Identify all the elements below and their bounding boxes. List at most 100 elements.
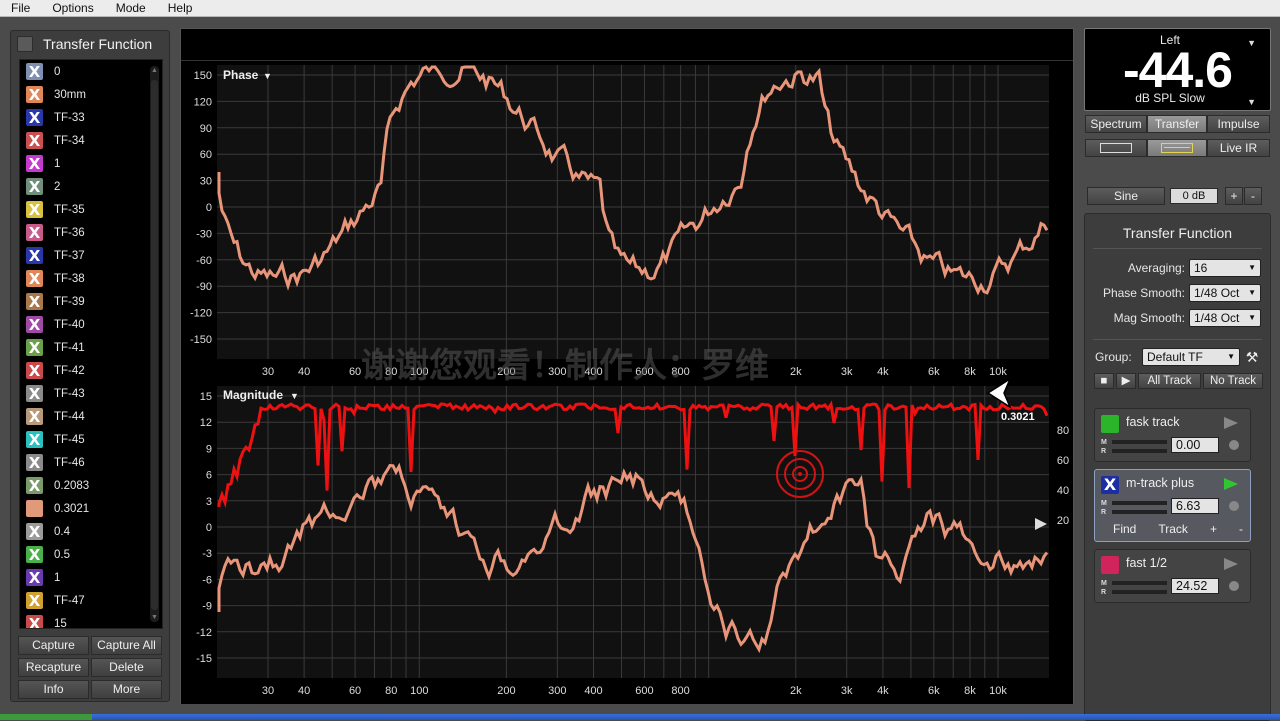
no-track-button[interactable]: No Track	[1203, 373, 1263, 389]
track-delay-field[interactable]: 24.52	[1171, 578, 1219, 594]
list-item[interactable]: X TF-42	[20, 359, 162, 382]
tab-spectrum[interactable]: Spectrum	[1085, 115, 1147, 133]
phase-dropdown-icon[interactable]: ▼	[263, 71, 272, 81]
visibility-x-icon[interactable]: X	[26, 339, 43, 357]
group-select[interactable]: Default TF ▼	[1142, 348, 1240, 366]
list-item[interactable]: X TF-34	[20, 129, 162, 152]
find-button[interactable]: Find	[1113, 522, 1136, 536]
visibility-x-icon[interactable]: X	[26, 477, 43, 495]
meter-unit-dropdown-icon[interactable]: ▼	[1247, 97, 1256, 107]
visibility-x-icon[interactable]: X	[26, 385, 43, 403]
track-card-m-track-plus[interactable]: X m-track plus M R 6.63 Find Track + -	[1094, 469, 1251, 542]
menu-options[interactable]: Options	[41, 0, 104, 16]
visibility-x-icon[interactable]: X	[26, 454, 43, 472]
visibility-x-icon[interactable]: X	[26, 293, 43, 311]
visibility-x-icon[interactable]: X	[26, 63, 43, 81]
visibility-x-icon[interactable]: X	[26, 109, 43, 127]
visibility-x-icon[interactable]: X	[26, 132, 43, 150]
track-status-icon[interactable]	[1229, 440, 1239, 450]
track-play-icon[interactable]	[1224, 478, 1238, 490]
list-scrollbar[interactable]: ▲ ▼	[150, 66, 159, 622]
track-status-icon[interactable]	[1229, 581, 1239, 591]
visibility-x-icon[interactable]: X	[26, 155, 43, 173]
visibility-x-icon[interactable]: X	[26, 592, 43, 610]
wrench-icon[interactable]: ⚒	[1244, 348, 1260, 366]
more-button[interactable]: More	[91, 680, 162, 699]
track-play-icon[interactable]	[1224, 417, 1238, 429]
menu-file[interactable]: File	[0, 0, 41, 16]
visibility-x-icon[interactable]: X	[26, 523, 43, 541]
start-button[interactable]	[0, 714, 92, 720]
list-item[interactable]: X 0.4	[20, 520, 162, 543]
spl-meter[interactable]: Left ▼ -44.6 dB SPL Slow ▼	[1084, 28, 1271, 111]
track-color-swatch[interactable]	[1101, 415, 1119, 433]
list-item[interactable]: X TF-35	[20, 198, 162, 221]
capture-button[interactable]: Capture	[18, 636, 89, 655]
track-play-icon[interactable]	[1224, 558, 1238, 570]
select-all-checkbox[interactable]	[17, 36, 33, 52]
list-item[interactable]: X0	[20, 60, 162, 83]
visibility-x-icon[interactable]: X	[26, 178, 43, 196]
split-view-button[interactable]	[1147, 139, 1207, 157]
menu-mode[interactable]: Mode	[105, 0, 157, 16]
phase-label[interactable]: Phase	[223, 68, 259, 82]
signal-level-up-button[interactable]: +	[1225, 187, 1243, 205]
phase-smooth-select[interactable]: 1/48 Oct ▼	[1189, 284, 1261, 302]
tab-transfer[interactable]: Transfer	[1147, 115, 1207, 133]
averaging-select[interactable]: 16 ▼	[1189, 259, 1261, 277]
magnitude-label[interactable]: Magnitude	[223, 388, 283, 402]
visibility-x-icon[interactable]: X	[26, 224, 43, 242]
visibility-x-icon[interactable]: X	[26, 86, 43, 104]
track-button[interactable]: Track	[1158, 522, 1188, 536]
list-item[interactable]: X 0.5	[20, 543, 162, 566]
list-item[interactable]: X 15	[20, 612, 162, 628]
list-item[interactable]: X TF-46	[20, 451, 162, 474]
list-item[interactable]: X 0.2083	[20, 474, 162, 497]
add-track-button[interactable]: +	[1210, 522, 1217, 536]
magnitude-plot[interactable]: 15129630-3-6-9-12-15 80604020 30 40 60 80 10…	[181, 382, 1073, 704]
magnitude-dropdown-icon[interactable]: ▼	[290, 391, 299, 401]
visibility-x-icon[interactable]: X	[26, 270, 43, 288]
list-item[interactable]: X 30mm	[20, 83, 162, 106]
visibility-x-icon[interactable]: X	[26, 316, 43, 334]
scroll-thumb[interactable]	[151, 80, 158, 610]
all-track-button[interactable]: All Track	[1138, 373, 1201, 389]
list-item[interactable]: X TF-44	[20, 405, 162, 428]
list-item[interactable]: X TF-40	[20, 313, 162, 336]
track-delay-field[interactable]: 0.00	[1171, 437, 1219, 453]
visibility-x-icon[interactable]: X	[26, 408, 43, 426]
scroll-up-icon[interactable]: ▲	[150, 66, 159, 75]
signal-level-field[interactable]: 0 dB	[1170, 188, 1218, 204]
visibility-x-icon[interactable]: X	[26, 362, 43, 380]
list-item[interactable]: X TF-41	[20, 336, 162, 359]
list-item[interactable]: 0.3021	[20, 497, 162, 520]
signal-type-button[interactable]: Sine	[1087, 187, 1165, 205]
list-item[interactable]: X TF-36	[20, 221, 162, 244]
track-card-fast-1-2[interactable]: fast 1/2 M R 24.52	[1094, 549, 1251, 603]
menu-help[interactable]: Help	[157, 0, 204, 16]
list-item[interactable]: X TF-45	[20, 428, 162, 451]
track-delay-field[interactable]: 6.63	[1171, 498, 1219, 514]
live-ir-button[interactable]: Live IR	[1207, 139, 1270, 157]
visibility-x-icon[interactable]: X	[26, 201, 43, 219]
scroll-down-icon[interactable]: ▼	[150, 613, 159, 622]
capture-all-button[interactable]: Capture All	[91, 636, 162, 655]
signal-level-down-button[interactable]: -	[1244, 187, 1262, 205]
list-item[interactable]: X TF-38	[20, 267, 162, 290]
color-swatch-icon[interactable]	[26, 500, 43, 517]
list-item[interactable]: X1	[20, 566, 162, 589]
list-item[interactable]: X TF-33	[20, 106, 162, 129]
tab-impulse[interactable]: Impulse	[1207, 115, 1270, 133]
list-item[interactable]: X TF-43	[20, 382, 162, 405]
list-item[interactable]: X TF-47	[20, 589, 162, 612]
single-view-button[interactable]	[1085, 139, 1147, 157]
stop-button[interactable]: ■	[1094, 373, 1114, 389]
phase-plot[interactable]: 1501209060300-30-60-90-120-150 30 40 60 80 1…	[181, 62, 1073, 382]
visibility-x-icon[interactable]: X	[26, 431, 43, 449]
info-button[interactable]: Info	[18, 680, 89, 699]
track-x-icon[interactable]: X	[1101, 476, 1119, 494]
list-item[interactable]: X1	[20, 152, 162, 175]
track-card-fask-track[interactable]: fask track M R 0.00	[1094, 408, 1251, 462]
mag-smooth-select[interactable]: 1/48 Oct ▼	[1189, 309, 1261, 327]
recapture-button[interactable]: Recapture	[18, 658, 89, 677]
